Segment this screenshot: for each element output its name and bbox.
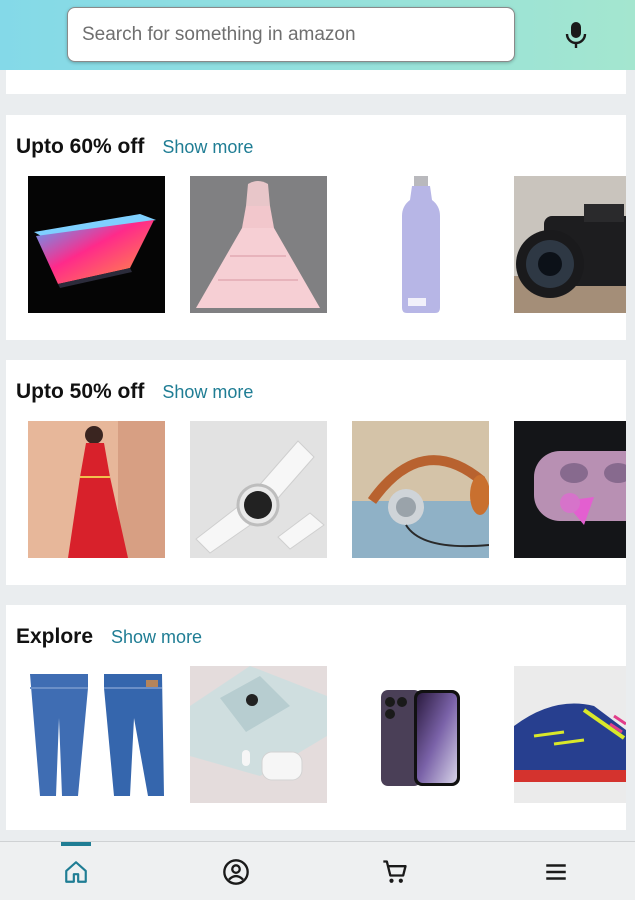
show-more-link[interactable]: Show more: [162, 137, 253, 158]
section-header: Upto 60% off Show more: [16, 135, 253, 159]
app-bar: [0, 0, 635, 70]
explore-section: Explore Show more: [6, 605, 626, 830]
deals-section-60: Upto 60% off Show more: [6, 115, 626, 340]
section-title: Upto 50% off: [16, 380, 145, 403]
product-row: [28, 666, 626, 803]
section-header: Explore Show more: [16, 625, 202, 649]
jeans-image[interactable]: [28, 666, 165, 803]
menu-icon: [546, 863, 566, 880]
deals-section-50: Upto 50% off Show more: [6, 360, 626, 585]
product-row: [28, 176, 626, 313]
cart-icon: [383, 859, 407, 883]
search-input[interactable]: [82, 8, 514, 61]
water-bottle-image[interactable]: [352, 176, 489, 313]
camera-image[interactable]: [514, 176, 626, 313]
nav-menu[interactable]: [526, 842, 586, 900]
nav-account[interactable]: [206, 842, 266, 900]
search-box[interactable]: [67, 7, 515, 62]
red-dress-image[interactable]: [28, 421, 165, 558]
section-title: Upto 60% off: [16, 135, 145, 158]
mic-icon[interactable]: [563, 20, 589, 50]
account-icon: [223, 858, 249, 885]
headphones-image[interactable]: [352, 421, 489, 558]
phone-airpods-image[interactable]: [190, 666, 327, 803]
smartwatch-image[interactable]: [190, 421, 327, 558]
section-title: Explore: [16, 625, 94, 648]
show-more-link[interactable]: Show more: [111, 627, 202, 648]
active-tab-indicator: [61, 842, 91, 846]
bottom-nav: [0, 841, 635, 900]
previous-section-remnant: [6, 70, 626, 94]
laptop-image[interactable]: [28, 176, 165, 313]
home-icon: [65, 860, 87, 883]
nav-home[interactable]: [46, 842, 106, 900]
section-header: Upto 50% off Show more: [16, 380, 253, 404]
iphone-image[interactable]: [352, 666, 489, 803]
product-row: [28, 421, 626, 558]
sneaker-image[interactable]: [514, 666, 626, 803]
pink-dress-image[interactable]: [190, 176, 327, 313]
earbuds-image[interactable]: [514, 421, 626, 558]
show-more-link[interactable]: Show more: [162, 382, 253, 403]
nav-cart[interactable]: [365, 842, 425, 900]
